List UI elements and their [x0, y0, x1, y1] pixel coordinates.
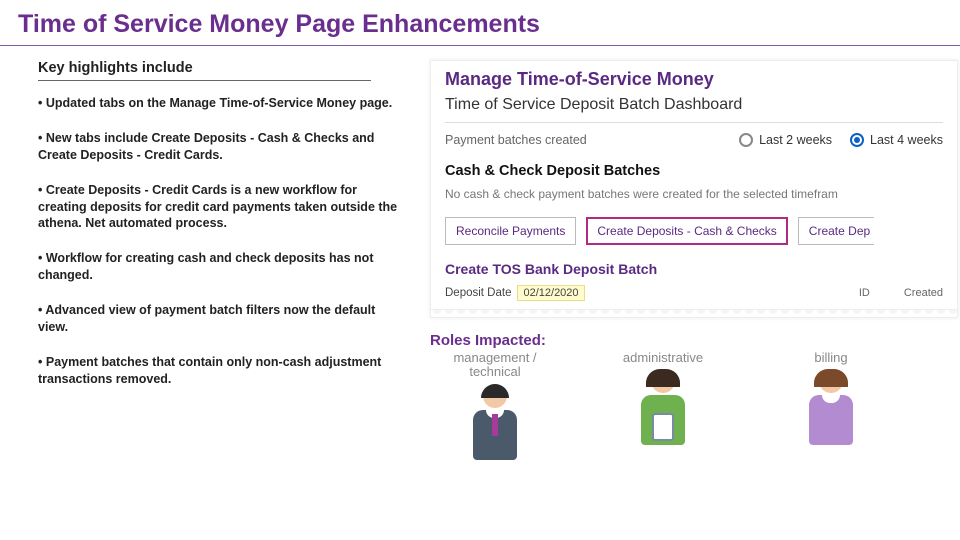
- radio-last-2-weeks[interactable]: Last 2 weeks: [739, 133, 832, 147]
- role-label: billing: [772, 351, 890, 365]
- section-heading: Cash & Check Deposit Batches: [431, 157, 957, 183]
- tab-create-deposits-credit-truncated[interactable]: Create Dep: [798, 217, 874, 245]
- screenshot-subtitle: Time of Service Deposit Batch Dashboard: [431, 94, 957, 122]
- radio-icon: [850, 133, 864, 147]
- person-icon: [802, 369, 860, 455]
- role-management-technical: management / technical: [436, 351, 554, 470]
- two-column-layout: Key highlights include Updated tabs on t…: [0, 60, 960, 470]
- divider: [445, 122, 943, 123]
- filter-row: Payment batches created Last 2 weeks Las…: [431, 131, 957, 157]
- page-title: Time of Service Money Page Enhancements: [0, 0, 960, 46]
- bullet-item: Payment batches that contain only non-ca…: [38, 354, 408, 388]
- empty-state-text: No cash & check payment batches were cre…: [431, 183, 957, 213]
- radio-last-4-weeks[interactable]: Last 4 weeks: [850, 133, 943, 147]
- person-icon: [466, 384, 524, 470]
- bullet-item: Updated tabs on the Manage Time-of-Servi…: [38, 95, 408, 112]
- role-billing: billing: [772, 351, 890, 470]
- highlights-heading: Key highlights include: [38, 60, 371, 81]
- bullet-item: Workflow for creating cash and check dep…: [38, 250, 408, 284]
- roles-row: management / technical administrative: [430, 351, 960, 470]
- column-created: Created: [904, 287, 943, 299]
- batch-heading: Create TOS Bank Deposit Batch: [431, 255, 957, 281]
- column-id: ID: [859, 287, 870, 299]
- screenshot-column: Manage Time-of-Service Money Time of Ser…: [430, 60, 960, 470]
- deposit-date-value[interactable]: 02/12/2020: [517, 285, 584, 301]
- radio-label: Last 4 weeks: [870, 133, 943, 147]
- batch-row: Deposit Date 02/12/2020 ID Created: [431, 281, 957, 309]
- role-label: administrative: [604, 351, 722, 365]
- bullet-item: Create Deposits - Credit Cards is a new …: [38, 182, 408, 233]
- tab-reconcile-payments[interactable]: Reconcile Payments: [445, 217, 576, 245]
- radio-label: Last 2 weeks: [759, 133, 832, 147]
- roles-heading: Roles Impacted:: [430, 332, 960, 349]
- highlights-column: Key highlights include Updated tabs on t…: [38, 60, 408, 470]
- app-screenshot: Manage Time-of-Service Money Time of Ser…: [430, 60, 958, 318]
- role-administrative: administrative: [604, 351, 722, 470]
- radio-icon: [739, 133, 753, 147]
- torn-edge-decoration: [431, 309, 957, 317]
- person-icon: [634, 369, 692, 455]
- bullet-item: New tabs include Create Deposits - Cash …: [38, 130, 408, 164]
- clipboard-icon: [652, 413, 674, 441]
- screenshot-title: Manage Time-of-Service Money: [431, 61, 957, 94]
- tabs-row: Reconcile Payments Create Deposits - Cas…: [431, 213, 957, 255]
- role-label: management / technical: [436, 351, 554, 380]
- deposit-date-label: Deposit Date: [445, 287, 511, 299]
- filter-label: Payment batches created: [445, 133, 721, 147]
- tab-create-deposits-cash-checks[interactable]: Create Deposits - Cash & Checks: [586, 217, 787, 245]
- bullet-item: Advanced view of payment batch filters n…: [38, 302, 408, 336]
